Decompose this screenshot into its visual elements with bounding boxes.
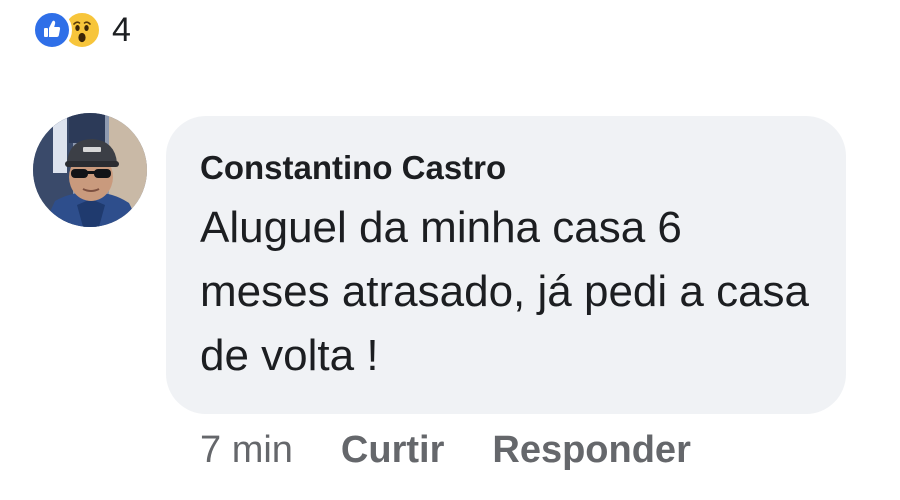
reactions-summary[interactable]: 4 — [32, 8, 131, 52]
like-reaction-icon — [32, 10, 72, 50]
comment-bubble: Constantino Castro Aluguel da minha casa… — [166, 116, 846, 414]
avatar[interactable] — [33, 113, 147, 227]
comment-text: Aluguel da minha casa 6 meses atrasado, … — [200, 203, 810, 380]
reply-button[interactable]: Responder — [492, 429, 690, 472]
reaction-count[interactable]: 4 — [112, 10, 131, 50]
comment-thread: 4 Constantino Castro Aluguel da minha ca… — [0, 0, 900, 500]
comment-author[interactable]: Constantino Castro — [200, 146, 812, 190]
like-button[interactable]: Curtir — [341, 429, 444, 472]
comment-actions: 7 min Curtir Responder — [200, 422, 691, 478]
comment-timestamp[interactable]: 7 min — [200, 429, 293, 472]
